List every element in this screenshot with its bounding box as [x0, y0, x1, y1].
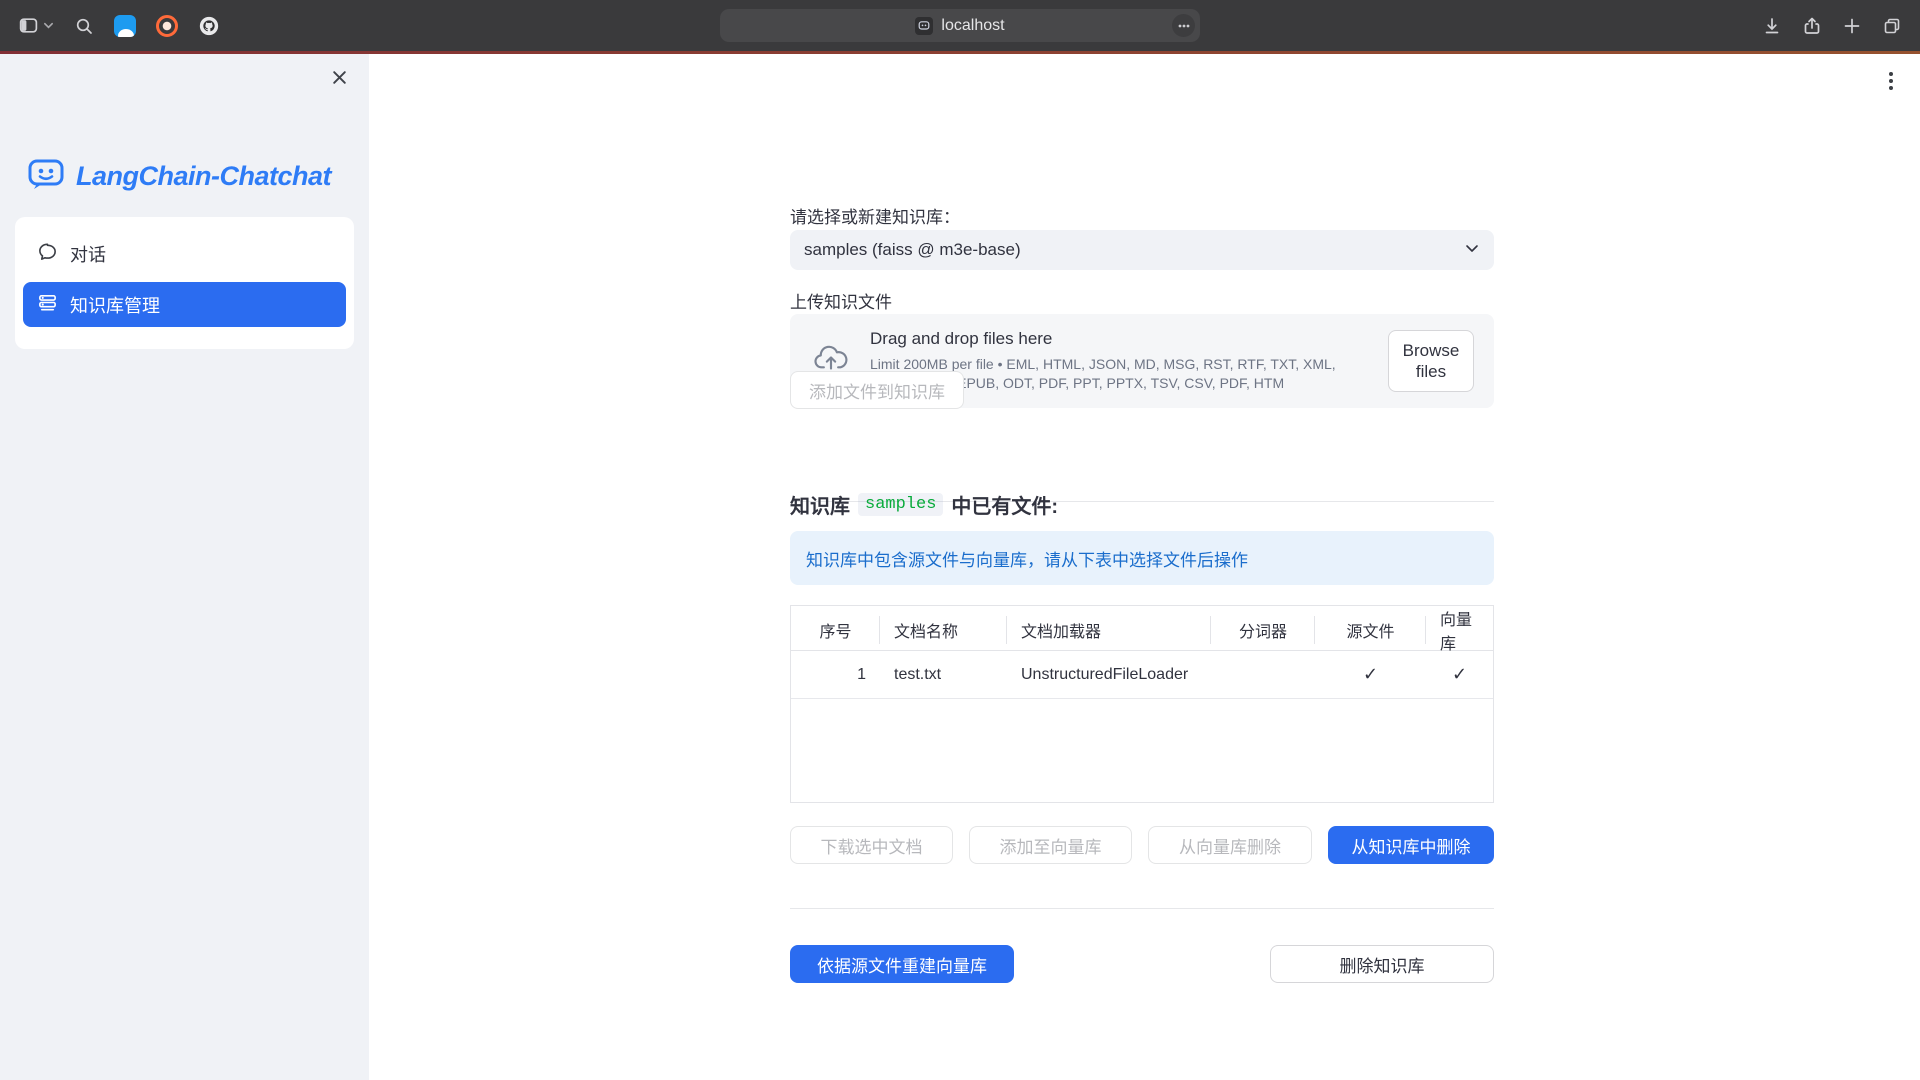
- browser-toolbar: localhost: [0, 0, 1920, 51]
- cell-index[interactable]: 1: [791, 651, 880, 698]
- logo-icon: [26, 154, 66, 199]
- cell-loader[interactable]: UnstructuredFileLoader: [1007, 651, 1211, 698]
- add-to-vectorstore-button[interactable]: 添加至向量库: [969, 826, 1132, 864]
- sidebar-item-dialogue[interactable]: 对话: [23, 231, 346, 276]
- share-button[interactable]: [1802, 16, 1822, 36]
- info-alert: 知识库中包含源文件与向量库，请从下表中选择文件后操作: [790, 531, 1494, 585]
- sidebar-toggle-button[interactable]: [18, 15, 54, 36]
- kb-icon: [37, 292, 58, 318]
- cell-sourcefile-check[interactable]: ✓: [1315, 651, 1426, 698]
- sidebar-nav: 对话 知识库管理: [15, 217, 354, 349]
- col-header-splitter[interactable]: 分词器: [1211, 606, 1315, 654]
- download-selected-button[interactable]: 下载选中文档: [790, 826, 953, 864]
- plus-icon: [1842, 16, 1862, 36]
- close-icon: [331, 69, 348, 91]
- app-logo: LangChain-Chatchat: [26, 154, 331, 199]
- kb-select-label: 请选择或新建知识库：: [790, 203, 960, 228]
- add-files-to-kb-button[interactable]: 添加文件到知识库: [790, 371, 964, 409]
- kb-heading-suffix: 中已有文件:: [951, 490, 1058, 519]
- kb-heading-prefix: 知识库: [790, 490, 850, 519]
- toolbar-left-group: [18, 15, 220, 37]
- file-action-buttons: 下载选中文档 添加至向量库 从向量库删除 从知识库中删除: [790, 826, 1494, 864]
- cell-vectorstore-check[interactable]: ✓: [1426, 651, 1493, 698]
- kb-bottom-buttons: 依据源文件重建向量库 删除知识库: [790, 945, 1494, 983]
- site-favicon: [915, 17, 933, 35]
- sidebar-item-label: 知识库管理: [70, 292, 160, 318]
- rebuild-vectorstore-button[interactable]: 依据源文件重建向量库: [790, 945, 1014, 983]
- kb-select[interactable]: samples (faiss @ m3e-base): [790, 230, 1494, 270]
- new-tab-button[interactable]: [1842, 16, 1862, 36]
- delete-from-kb-button[interactable]: 从知识库中删除: [1328, 826, 1494, 864]
- screen: localhost: [0, 0, 1920, 1080]
- chevron-down-icon: [43, 20, 54, 31]
- chevron-down-icon: [1464, 240, 1480, 261]
- downloads-button[interactable]: [1762, 16, 1782, 36]
- address-bar-more-button[interactable]: [1172, 14, 1195, 37]
- sidebar-close-button[interactable]: [327, 68, 351, 92]
- address-bar[interactable]: localhost: [720, 9, 1200, 42]
- chat-icon: [37, 241, 58, 267]
- tabs-icon: [1882, 16, 1902, 36]
- pinned-app-blue-icon[interactable]: [114, 15, 136, 37]
- browse-files-button[interactable]: Browse files: [1388, 330, 1474, 392]
- main-content: 请选择或新建知识库： samples (faiss @ m3e-base) 上传…: [790, 54, 1494, 1080]
- table-header-row: 序号 文档名称 文档加载器 分词器 源文件 向量库: [791, 606, 1493, 651]
- share-icon: [1802, 16, 1822, 36]
- kb-name-code: samples: [858, 493, 943, 516]
- uploader-title: Drag and drop files here: [870, 329, 1368, 349]
- address-url: localhost: [941, 17, 1004, 35]
- kb-files-heading: 知识库 samples 中已有文件:: [790, 490, 1058, 519]
- sidebar-item-kb-management[interactable]: 知识库管理: [23, 282, 346, 327]
- github-app-icon[interactable]: [198, 15, 220, 37]
- page-body: LangChain-Chatchat 对话 知识库管理: [0, 54, 1920, 1080]
- tab-search-button[interactable]: [74, 16, 94, 36]
- page-menu-button[interactable]: [1878, 66, 1904, 96]
- sidebar-toggle-icon: [18, 15, 39, 36]
- tab-overview-button[interactable]: [1882, 16, 1902, 36]
- logo-text: LangChain-Chatchat: [76, 161, 331, 192]
- upload-label: 上传知识文件: [790, 288, 892, 313]
- kb-select-value: samples (faiss @ m3e-base): [804, 240, 1021, 260]
- search-icon: [74, 16, 94, 36]
- divider: [790, 908, 1494, 909]
- col-header-filename[interactable]: 文档名称: [880, 606, 1007, 654]
- sidebar: LangChain-Chatchat 对话 知识库管理: [0, 54, 369, 1080]
- col-header-loader[interactable]: 文档加载器: [1007, 606, 1211, 654]
- pinned-app-orange-icon[interactable]: [156, 15, 178, 37]
- delete-kb-button[interactable]: 删除知识库: [1270, 945, 1494, 983]
- remove-from-vectorstore-button[interactable]: 从向量库删除: [1148, 826, 1312, 864]
- toolbar-right-group: [1762, 16, 1902, 36]
- table-row[interactable]: 1 test.txt UnstructuredFileLoader ✓ ✓: [791, 651, 1493, 699]
- col-header-sourcefile[interactable]: 源文件: [1315, 606, 1426, 654]
- cell-filename[interactable]: test.txt: [880, 651, 1007, 698]
- col-header-vectorstore[interactable]: 向量库: [1426, 606, 1493, 654]
- kb-files-table[interactable]: 序号 文档名称 文档加载器 分词器 源文件 向量库 1 test.txt Uns…: [790, 605, 1494, 803]
- download-icon: [1762, 16, 1782, 36]
- cell-splitter[interactable]: [1211, 651, 1315, 698]
- col-header-index[interactable]: 序号: [791, 606, 880, 654]
- sidebar-item-label: 对话: [70, 241, 106, 267]
